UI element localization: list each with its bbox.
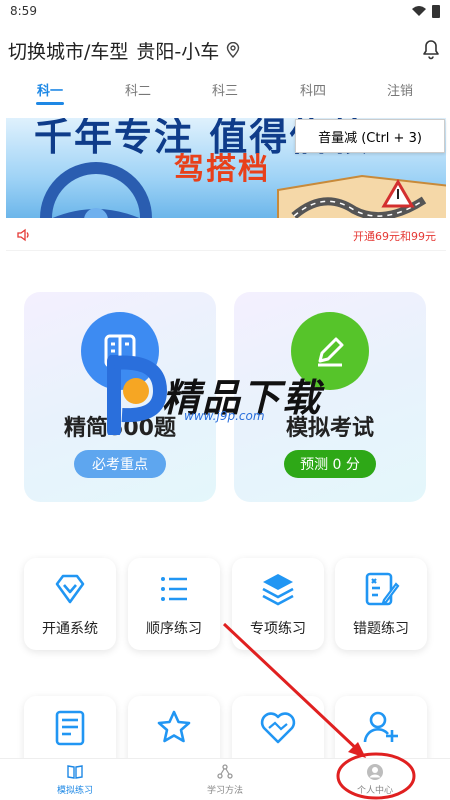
location-pin-icon[interactable] — [226, 42, 240, 58]
grid-label: 专项练习 — [250, 621, 306, 637]
watermark: 精品下载 www.j9p.com — [100, 355, 370, 435]
layers-icon — [262, 574, 294, 606]
steering-wheel-icon — [40, 162, 152, 218]
nav-label: 模拟练习 — [56, 786, 93, 796]
tab-ke3[interactable]: 科三 — [212, 80, 238, 99]
notice-text[interactable]: 开通69元和99元 — [353, 228, 436, 244]
diamond-icon — [55, 574, 85, 604]
add-user-icon — [363, 711, 398, 743]
grid-wrong-questions[interactable]: 错题练习 — [335, 558, 427, 650]
document-icon — [55, 710, 85, 746]
nav-label: 个人中心 — [356, 786, 393, 796]
nav-label: 学习方法 — [206, 786, 243, 796]
volume-tooltip: 音量减 (Ctrl + 3) — [295, 119, 445, 153]
handshake-heart-icon — [260, 712, 296, 744]
grid-label: 开通系统 — [42, 621, 98, 637]
status-time: 8:59 — [10, 4, 37, 18]
grid-label: 顺序练习 — [146, 621, 202, 637]
grid-topic-practice[interactable]: 专项练习 — [232, 558, 324, 650]
bell-icon[interactable] — [420, 38, 442, 60]
grid-sequential-practice[interactable]: 顺序练习 — [128, 558, 220, 650]
nav-profile[interactable]: 个人中心 — [300, 763, 450, 796]
road-book-icon — [277, 174, 446, 218]
star-icon — [157, 710, 191, 743]
notice-bar[interactable]: 开通69元和99元 — [6, 219, 446, 251]
active-tab-indicator — [36, 102, 64, 105]
book-open-icon — [67, 765, 83, 779]
battery-icon — [432, 4, 440, 18]
current-city[interactable]: 贵阳-小车 — [136, 37, 219, 64]
user-avatar-icon — [367, 764, 383, 780]
nav-study-methods[interactable]: 学习方法 — [150, 763, 300, 796]
wifi-icon — [412, 6, 426, 16]
grid-open-system[interactable]: 开通系统 — [24, 558, 116, 650]
subject-tabs: 科一 科二 科三 科四 注销 — [0, 80, 450, 108]
watermark-url: www.j9p.com — [184, 409, 265, 423]
bottom-nav: 模拟练习 学习方法 个人中心 — [0, 758, 450, 800]
status-bar: 8:59 — [0, 0, 450, 22]
card-pill[interactable]: 必考重点 — [74, 450, 166, 478]
tab-ke1[interactable]: 科一 — [37, 80, 63, 99]
tab-logout[interactable]: 注销 — [387, 80, 413, 99]
nav-mock-practice[interactable]: 模拟练习 — [0, 763, 150, 796]
list-icon — [161, 577, 187, 601]
banner-brand: 驾搭档 — [174, 152, 270, 187]
share-nodes-icon — [217, 764, 233, 779]
card-pill[interactable]: 预测 0 分 — [284, 450, 376, 478]
speaker-icon — [17, 228, 29, 241]
tab-ke4[interactable]: 科四 — [300, 80, 326, 99]
header: 切换城市/车型 贵阳-小车 — [0, 28, 450, 72]
tab-ke2[interactable]: 科二 — [125, 80, 151, 99]
grid-label: 错题练习 — [353, 621, 409, 637]
wrong-list-icon — [365, 572, 400, 606]
switch-city-link[interactable]: 切换城市/车型 — [8, 37, 128, 64]
